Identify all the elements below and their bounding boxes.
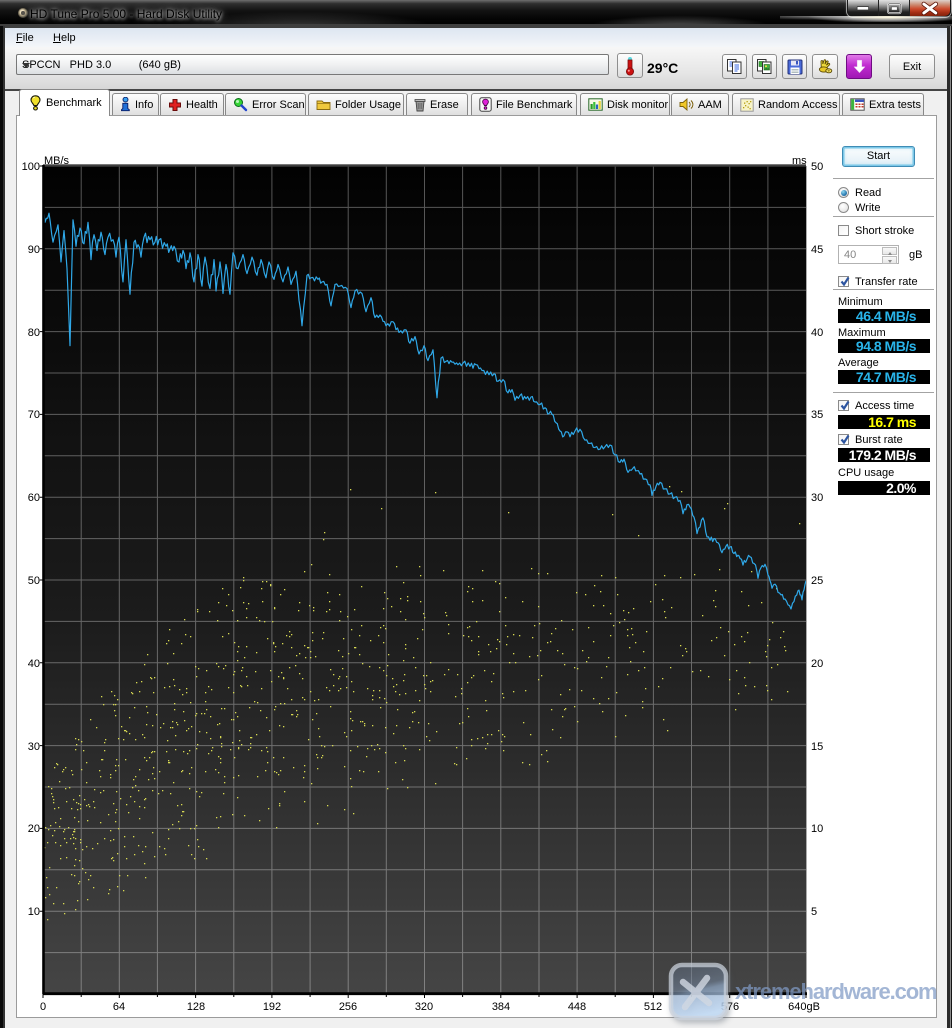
svg-text:20: 20 — [28, 823, 40, 835]
svg-text:60: 60 — [28, 492, 40, 504]
svg-text:192: 192 — [263, 1001, 281, 1013]
svg-text:40: 40 — [28, 658, 40, 670]
svg-text:5: 5 — [811, 906, 817, 918]
svg-text:50: 50 — [811, 161, 823, 173]
svg-text:ms: ms — [792, 155, 807, 167]
svg-text:30: 30 — [28, 741, 40, 753]
svg-text:40: 40 — [811, 327, 823, 339]
svg-text:35: 35 — [811, 409, 823, 421]
svg-text:20: 20 — [811, 658, 823, 670]
svg-text:320: 320 — [415, 1001, 433, 1013]
svg-text:90: 90 — [28, 244, 40, 256]
svg-text:10: 10 — [28, 906, 40, 918]
svg-text:64: 64 — [113, 1001, 125, 1013]
svg-text:448: 448 — [568, 1001, 586, 1013]
svg-text:128: 128 — [187, 1001, 205, 1013]
svg-text:50: 50 — [28, 575, 40, 587]
svg-text:0: 0 — [40, 1001, 46, 1013]
svg-text:25: 25 — [811, 575, 823, 587]
svg-text:256: 256 — [339, 1001, 357, 1013]
svg-text:80: 80 — [28, 327, 40, 339]
svg-text:10: 10 — [811, 823, 823, 835]
svg-text:45: 45 — [811, 244, 823, 256]
svg-text:512: 512 — [644, 1001, 662, 1013]
svg-text:70: 70 — [28, 409, 40, 421]
svg-text:384: 384 — [492, 1001, 510, 1013]
svg-text:30: 30 — [811, 492, 823, 504]
svg-text:15: 15 — [811, 741, 823, 753]
svg-text:100: 100 — [22, 161, 40, 173]
svg-text:MB/s: MB/s — [44, 155, 70, 167]
